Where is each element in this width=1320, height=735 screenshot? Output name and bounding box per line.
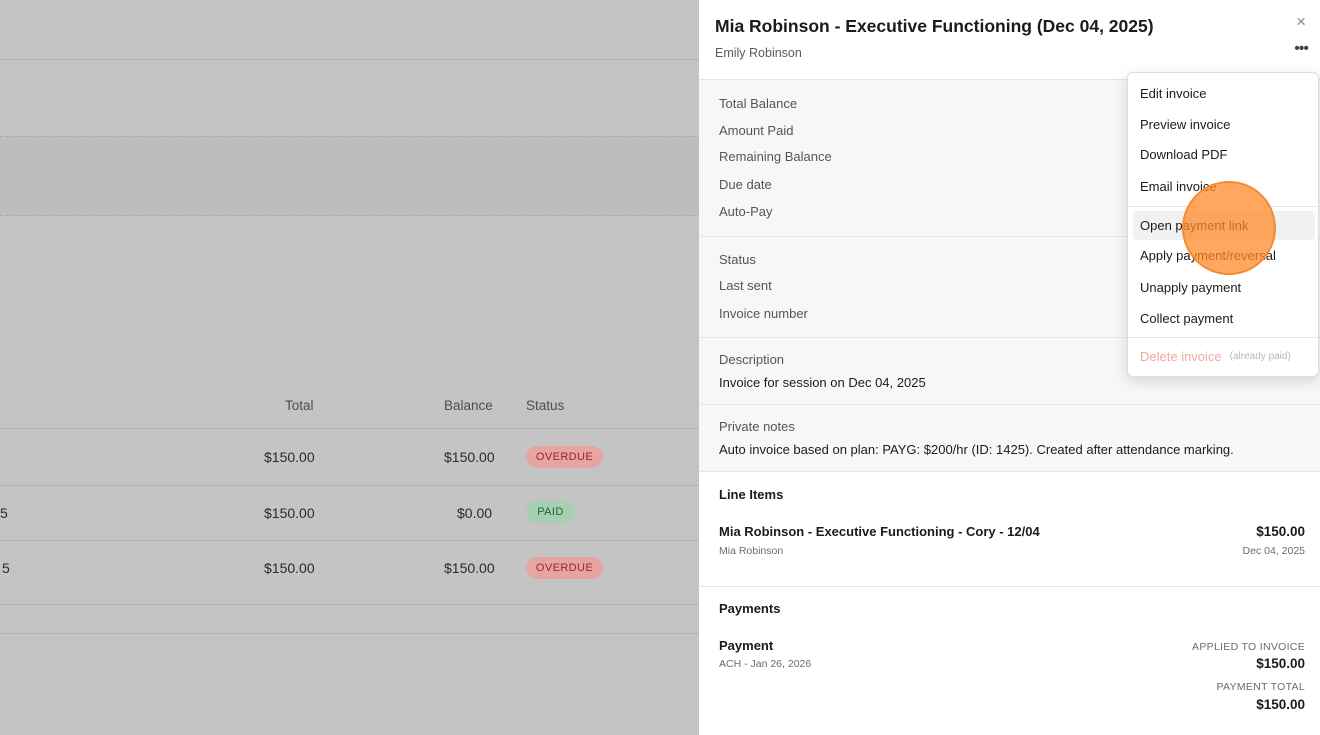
summary-label: Auto-Pay: [719, 204, 773, 219]
status-label: Invoice number: [719, 306, 808, 321]
private-notes-block: Private notes Auto invoice based on plan…: [699, 405, 1320, 472]
menu-divider: [1128, 337, 1318, 338]
line-item-name: Mia Robinson - Executive Functioning - C…: [719, 524, 1040, 539]
menu-item-open-payment-link[interactable]: Open payment link: [1133, 211, 1315, 240]
summary-label: Total Balance: [719, 96, 798, 111]
invoice-actions-menu: Edit invoice Preview invoice Download PD…: [1127, 72, 1319, 377]
status-badge: OVERDUE: [526, 557, 603, 579]
divider: [0, 428, 700, 429]
payment-name: Payment: [719, 638, 774, 653]
payments-title: Payments: [719, 601, 781, 616]
panel-header: Mia Robinson - Executive Functioning (De…: [699, 0, 1320, 80]
status-label: Status: [719, 252, 756, 267]
menu-item-unapply-payment[interactable]: Unapply payment: [1133, 273, 1315, 302]
description-label: Description: [719, 352, 785, 367]
payment-method: ACH - Jan 26, 2026: [719, 658, 812, 670]
menu-item-download-pdf[interactable]: Download PDF: [1133, 140, 1315, 169]
payment-total-amount: $150.00: [1256, 697, 1305, 712]
status-label: Last sent: [719, 278, 772, 293]
description-value: Invoice for session on Dec 04, 2025: [719, 375, 926, 390]
line-item-client: Mia Robinson: [719, 545, 784, 557]
table-cell-total: $150.00: [264, 560, 315, 576]
menu-item-preview-invoice[interactable]: Preview invoice: [1133, 110, 1315, 139]
table-cell-lead: 5: [0, 505, 8, 521]
status-badge: PAID: [526, 501, 575, 523]
divider: [0, 540, 700, 541]
line-item-date: Dec 04, 2025: [1242, 545, 1305, 557]
column-header-status: Status: [526, 398, 565, 413]
panel-subtitle: Emily Robinson: [715, 46, 802, 60]
status-badge: OVERDUE: [526, 446, 603, 468]
empty-dropzone: [0, 136, 700, 216]
divider: [0, 604, 700, 605]
panel-title: Mia Robinson - Executive Functioning (De…: [715, 16, 1154, 36]
background-page: Total Balance Status $150.00 $150.00 OVE…: [0, 0, 700, 735]
close-icon[interactable]: ×: [1296, 12, 1306, 32]
summary-label: Due date: [719, 177, 772, 192]
summary-label: Remaining Balance: [719, 149, 832, 164]
table-cell-balance: $0.00: [457, 505, 493, 521]
menu-item-delete-invoice[interactable]: Delete invoice (already paid): [1133, 342, 1315, 371]
table-cell-balance: $150.00: [444, 449, 495, 465]
menu-item-edit-invoice[interactable]: Edit invoice: [1133, 79, 1315, 108]
applied-amount: $150.00: [1256, 656, 1305, 671]
table-cell-total: $150.00: [264, 449, 315, 465]
delete-invoice-label: Delete invoice: [1140, 349, 1222, 364]
menu-item-collect-payment[interactable]: Collect payment: [1133, 304, 1315, 333]
summary-label: Amount Paid: [719, 123, 794, 138]
menu-item-email-invoice[interactable]: Email invoice: [1133, 172, 1315, 201]
table-cell-total: $150.00: [264, 505, 315, 521]
column-header-balance: Balance: [444, 398, 493, 413]
menu-item-apply-payment[interactable]: Apply payment/reversal: [1133, 241, 1315, 270]
payment-total-caption: PAYMENT TOTAL: [1216, 681, 1305, 693]
more-options-icon[interactable]: •••: [1294, 40, 1309, 58]
notes-value: Auto invoice based on plan: PAYG: $200/h…: [719, 442, 1234, 457]
table-cell-balance: $150.00: [444, 560, 495, 576]
menu-divider: [1128, 206, 1318, 207]
divider: [0, 485, 700, 486]
table-cell-lead: 5: [2, 560, 10, 576]
column-header-total: Total: [285, 398, 314, 413]
line-item-amount: $150.00: [1256, 524, 1305, 539]
delete-disabled-note: (already paid): [1229, 351, 1291, 362]
notes-label: Private notes: [719, 419, 795, 434]
divider: [0, 59, 700, 60]
line-items-title: Line Items: [719, 487, 784, 502]
divider: [0, 633, 700, 634]
applied-caption: APPLIED TO INVOICE: [1192, 641, 1305, 653]
divider: [699, 586, 1320, 587]
